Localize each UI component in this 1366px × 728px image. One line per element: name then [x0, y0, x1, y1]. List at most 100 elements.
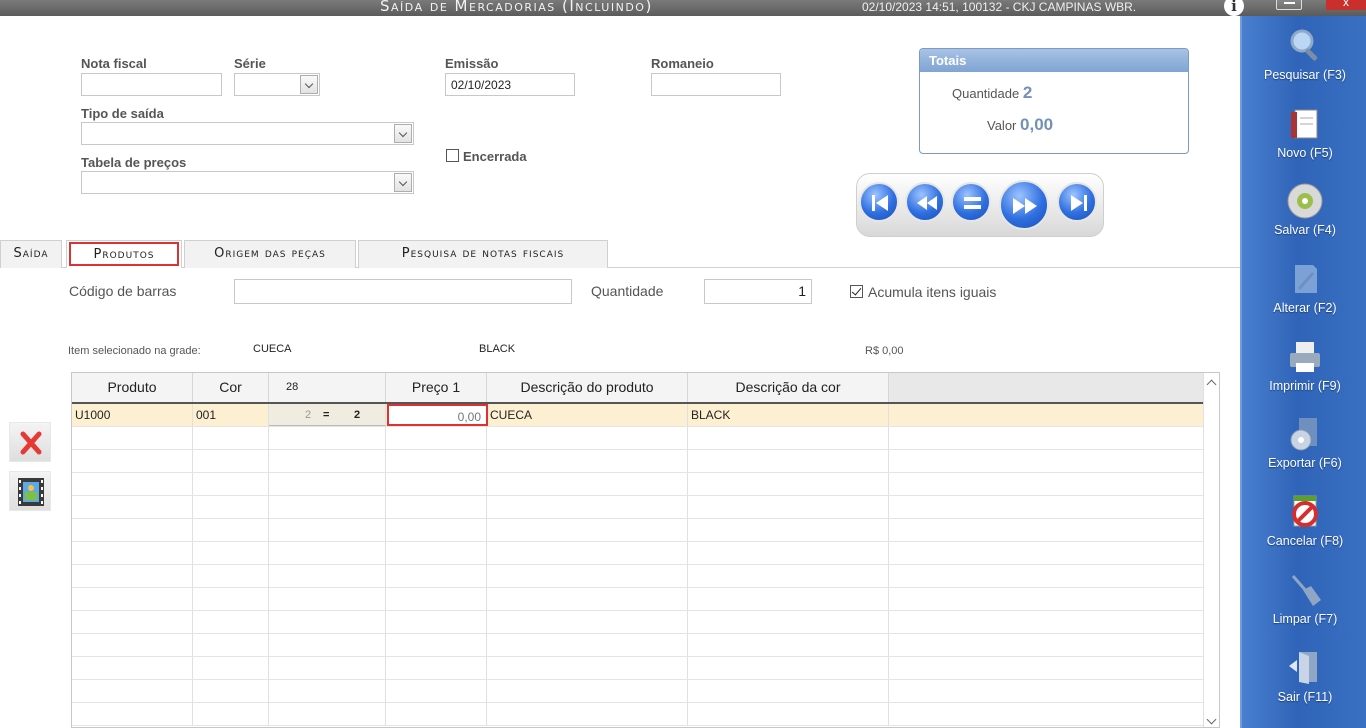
table-cell-empty[interactable]	[72, 542, 193, 564]
table-row-empty[interactable]	[72, 634, 1203, 657]
minimize-button[interactable]	[1276, 0, 1302, 10]
table-cell-empty[interactable]	[688, 565, 889, 587]
table-cell-empty[interactable]	[386, 496, 487, 518]
table-cell-empty[interactable]	[688, 427, 889, 449]
table-cell-empty[interactable]	[269, 427, 386, 449]
tab-produtos[interactable]: Produtos	[66, 240, 182, 268]
table-row-empty[interactable]	[72, 519, 1203, 542]
table-cell-empty[interactable]	[269, 519, 386, 541]
tabela-precos-select[interactable]	[81, 171, 414, 194]
cell-size-28[interactable]: 2 = 2	[269, 404, 386, 426]
chevron-down-icon[interactable]	[1206, 714, 1217, 725]
table-cell-empty[interactable]	[72, 473, 193, 495]
salvar-button[interactable]: Salvar (F4)	[1242, 181, 1366, 251]
table-cell-empty[interactable]	[72, 634, 193, 656]
equal-icon[interactable]	[951, 182, 991, 222]
acumula-checkbox[interactable]	[850, 285, 863, 298]
table-cell-empty[interactable]	[386, 588, 487, 610]
film-button[interactable]	[9, 471, 51, 511]
info-icon[interactable]: i	[1224, 0, 1244, 16]
table-cell-empty[interactable]	[72, 611, 193, 633]
table-row-empty[interactable]	[72, 450, 1203, 473]
table-cell-empty[interactable]	[269, 611, 386, 633]
table-cell-empty[interactable]	[386, 542, 487, 564]
quantidade-input[interactable]: 1	[704, 279, 812, 304]
chevron-down-icon[interactable]	[394, 173, 412, 192]
table-row-empty[interactable]	[72, 657, 1203, 680]
table-cell-empty[interactable]	[269, 473, 386, 495]
cell-cor[interactable]: 001	[193, 404, 269, 426]
chevron-down-icon[interactable]	[394, 124, 412, 143]
table-cell-empty[interactable]	[72, 427, 193, 449]
tab-pesquisa-notas[interactable]: Pesquisa de notas fiscais	[358, 240, 608, 268]
table-cell-empty[interactable]	[386, 680, 487, 702]
table-cell-empty[interactable]	[688, 703, 889, 725]
first-icon[interactable]	[859, 182, 899, 222]
emissao-input[interactable]: 02/10/2023	[445, 73, 575, 96]
table-cell-empty[interactable]	[487, 680, 688, 702]
table-row-empty[interactable]	[72, 680, 1203, 703]
cell-descricao-cor[interactable]: BLACK	[688, 404, 889, 426]
table-cell-empty[interactable]	[386, 611, 487, 633]
table-cell-empty[interactable]	[193, 542, 269, 564]
table-cell-empty[interactable]	[487, 473, 688, 495]
table-cell-empty[interactable]	[269, 565, 386, 587]
table-row-empty[interactable]	[72, 496, 1203, 519]
table-row[interactable]: U1000 001 2 = 2 0,00 CUECA BLACK	[72, 404, 1203, 427]
col-preco[interactable]: Preço 1	[386, 373, 487, 402]
table-cell-empty[interactable]	[269, 450, 386, 472]
table-cell-empty[interactable]	[688, 588, 889, 610]
delete-item-button[interactable]	[9, 422, 51, 462]
table-cell-empty[interactable]	[688, 634, 889, 656]
table-row-empty[interactable]	[72, 473, 1203, 496]
imprimir-button[interactable]: Imprimir (F9)	[1242, 337, 1366, 407]
table-cell-empty[interactable]	[487, 703, 688, 725]
nota-fiscal-input[interactable]	[81, 73, 222, 96]
tipo-saida-select[interactable]	[81, 122, 414, 145]
codigo-barras-input[interactable]	[234, 279, 572, 304]
table-cell-empty[interactable]	[269, 680, 386, 702]
pesquisar-button[interactable]: Pesquisar (F3)	[1242, 26, 1366, 96]
grid-scrollbar[interactable]	[1203, 373, 1219, 727]
cell-preco[interactable]: 0,00	[387, 404, 488, 426]
chevron-up-icon[interactable]	[1206, 379, 1217, 390]
table-cell-empty[interactable]	[269, 542, 386, 564]
encerrada-checkbox[interactable]	[446, 149, 459, 162]
table-cell-empty[interactable]	[487, 588, 688, 610]
table-cell-empty[interactable]	[688, 519, 889, 541]
table-cell-empty[interactable]	[487, 657, 688, 679]
col-descricao-produto[interactable]: Descrição do produto	[487, 373, 688, 402]
table-cell-empty[interactable]	[193, 611, 269, 633]
cancelar-button[interactable]: Cancelar (F8)	[1242, 492, 1366, 562]
romaneio-input[interactable]	[651, 73, 781, 96]
table-row-empty[interactable]	[72, 565, 1203, 588]
table-cell-empty[interactable]	[688, 680, 889, 702]
table-cell-empty[interactable]	[269, 703, 386, 725]
table-cell-empty[interactable]	[688, 542, 889, 564]
chevron-down-icon[interactable]	[300, 75, 318, 94]
cell-descricao-produto[interactable]: CUECA	[487, 404, 688, 426]
table-cell-empty[interactable]	[72, 496, 193, 518]
table-cell-empty[interactable]	[72, 703, 193, 725]
table-cell-empty[interactable]	[688, 450, 889, 472]
limpar-button[interactable]: Limpar (F7)	[1242, 570, 1366, 640]
close-button[interactable]: x	[1326, 0, 1366, 10]
table-row-empty[interactable]	[72, 427, 1203, 450]
tab-origem-pecas[interactable]: Origem das peças	[184, 240, 356, 268]
table-cell-empty[interactable]	[487, 542, 688, 564]
table-cell-empty[interactable]	[386, 703, 487, 725]
table-row-empty[interactable]	[72, 703, 1203, 726]
serie-select[interactable]	[234, 73, 320, 96]
previous-icon[interactable]	[905, 182, 945, 222]
table-cell-empty[interactable]	[386, 427, 487, 449]
cell-produto[interactable]: U1000	[72, 404, 193, 426]
alterar-button[interactable]: Alterar (F2)	[1242, 259, 1366, 329]
table-cell-empty[interactable]	[688, 657, 889, 679]
last-icon[interactable]	[1057, 182, 1097, 222]
table-cell-empty[interactable]	[269, 496, 386, 518]
table-cell-empty[interactable]	[386, 450, 487, 472]
table-cell-empty[interactable]	[386, 565, 487, 587]
table-cell-empty[interactable]	[193, 496, 269, 518]
table-cell-empty[interactable]	[193, 588, 269, 610]
table-cell-empty[interactable]	[386, 519, 487, 541]
